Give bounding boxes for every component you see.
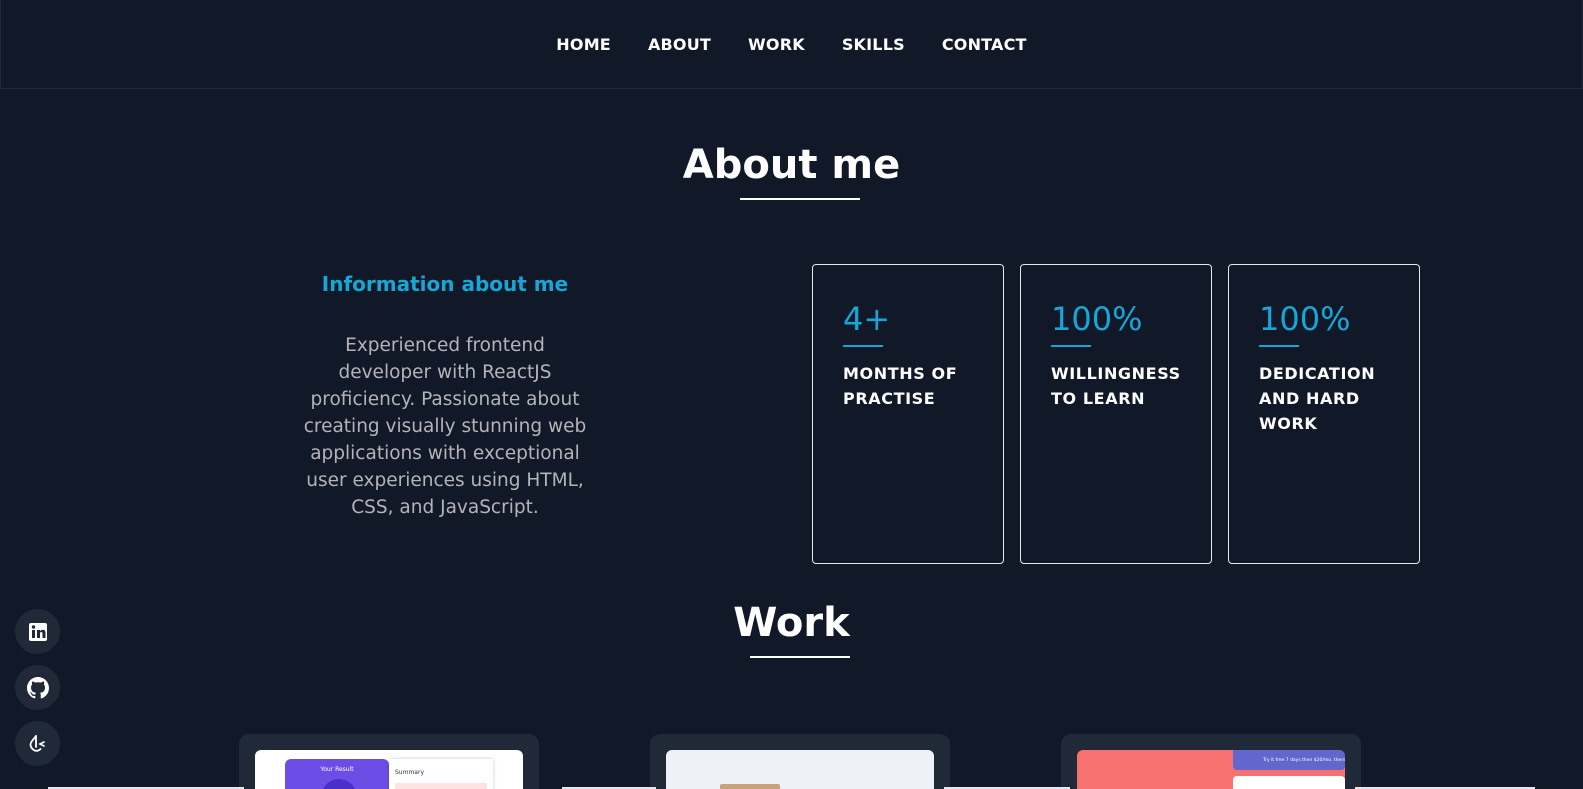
work-card-gallery[interactable]: [650, 734, 950, 789]
work-thumbnail: Try it free 7 days then $20/mo. thereaft…: [1077, 750, 1345, 789]
trial-banner: Try it free 7 days then $20/mo. thereaft…: [1233, 750, 1345, 770]
linkedin-link[interactable]: [15, 609, 60, 654]
stat-label: MONTHS OF PRACTISE: [843, 364, 958, 408]
product-image: [720, 784, 780, 789]
stat-label: DEDICATION AND HARD WORK: [1259, 364, 1376, 433]
summary-row: [395, 783, 487, 789]
work-card-signup[interactable]: Try it free 7 days then $20/mo. thereaft…: [1061, 734, 1361, 789]
stat-underline: [843, 345, 883, 347]
work-title: Work: [733, 600, 850, 646]
summary-panel: Summary: [389, 759, 493, 789]
about-info: Information about me Experienced fronten…: [300, 272, 590, 521]
stat-underline: [1259, 345, 1299, 347]
nav-list: HOME ABOUT WORK SKILLS CONTACT: [538, 35, 1045, 54]
info-heading: Information about me: [321, 272, 569, 296]
github-icon: [26, 676, 49, 698]
about-title: About me: [682, 142, 901, 188]
stat-value: 100%: [1259, 300, 1351, 338]
linkedin-icon: [28, 622, 47, 641]
work-thumbnail: Your Result Summary: [255, 750, 523, 789]
nav-link-contact[interactable]: CONTACT: [923, 35, 1045, 54]
about-title-underline: [740, 198, 860, 200]
leetcode-link[interactable]: [15, 721, 60, 766]
stat-underline: [1051, 345, 1091, 347]
signup-form: [1233, 776, 1345, 789]
stat-card-dedication: 100% DEDICATION AND HARD WORK: [1228, 264, 1420, 564]
stat-value: 100%: [1051, 300, 1143, 338]
github-link[interactable]: [15, 665, 60, 710]
work-card-quiz[interactable]: Your Result Summary: [239, 734, 539, 789]
info-text: Experienced frontend developer with Reac…: [303, 335, 587, 518]
stat-value: 4+: [843, 300, 891, 338]
summary-panel-title: Summary: [395, 769, 424, 776]
nav-link-skills[interactable]: SKILLS: [823, 35, 923, 54]
score-circle: [321, 779, 357, 789]
result-panel-title: Your Result: [320, 766, 354, 773]
trial-banner-text: Try it free 7 days then $20/mo. thereaft…: [1263, 758, 1345, 763]
nav-link-about[interactable]: ABOUT: [629, 35, 729, 54]
nav-link-work[interactable]: WORK: [730, 35, 824, 54]
nav-link-home[interactable]: HOME: [538, 35, 630, 54]
result-panel: Your Result: [285, 759, 389, 789]
leetcode-icon: [29, 734, 45, 752]
stat-card-learning: 100% WILLINGNESS TO LEARN: [1020, 264, 1212, 564]
work-title-underline: [750, 656, 850, 658]
work-thumbnail: [666, 750, 934, 789]
stat-label: WILLINGNESS TO LEARN: [1051, 364, 1181, 408]
stat-card-practise: 4+ MONTHS OF PRACTISE: [812, 264, 1004, 564]
top-navigation: HOME ABOUT WORK SKILLS CONTACT: [0, 0, 1583, 89]
